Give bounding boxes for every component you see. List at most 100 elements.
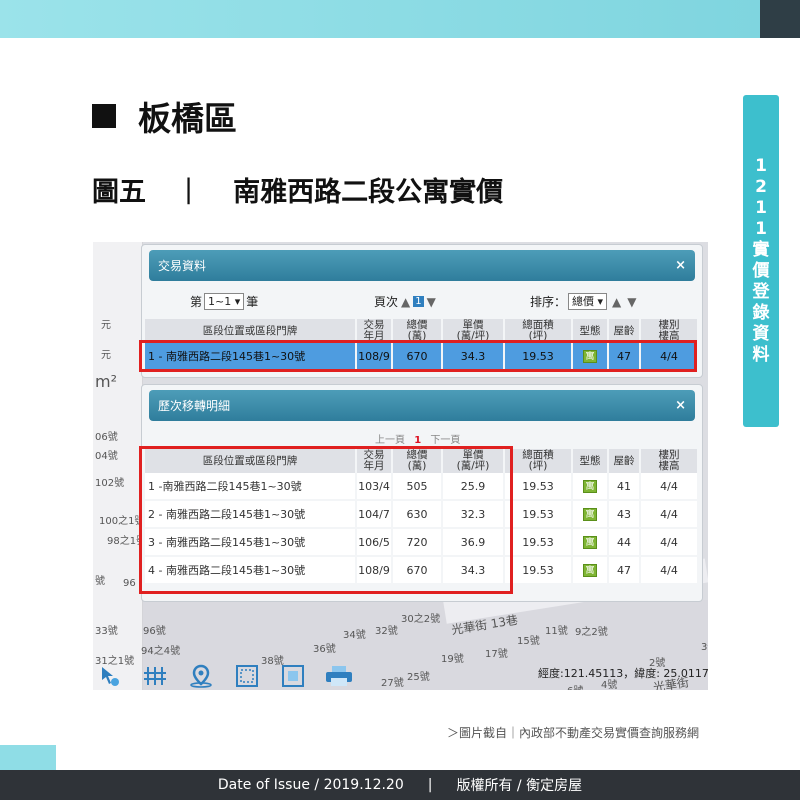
area-cell: 19.53 bbox=[505, 473, 571, 501]
map-label: 04號 bbox=[95, 451, 118, 462]
figure-number: 圖五 bbox=[92, 177, 146, 208]
current-page: 1 bbox=[414, 435, 422, 446]
footer-separator: | bbox=[427, 777, 433, 793]
print-icon[interactable] bbox=[323, 663, 355, 689]
side-tab-char: 錄 bbox=[752, 303, 770, 323]
history-panel-title: 歷次移轉明細 bbox=[158, 399, 231, 413]
floor-cell: 4/4 bbox=[641, 473, 697, 501]
figure-heading: 圖五 | 南雅西路二段公寓實價 bbox=[92, 170, 503, 209]
transaction-panel-header: 交易資料 × bbox=[149, 250, 695, 281]
page-title: 板橋區 bbox=[138, 99, 237, 138]
map-label: 32號 bbox=[375, 626, 398, 637]
top-banner-shade bbox=[0, 0, 760, 38]
map-label: 17號 bbox=[485, 649, 508, 660]
close-icon[interactable]: × bbox=[675, 398, 686, 413]
page-label: 頁次 bbox=[374, 295, 399, 309]
map-label: 元 bbox=[101, 320, 111, 331]
page-number[interactable]: 1 bbox=[413, 296, 424, 307]
screenshot-frame: 元元 m² 06號 04號 102號 100之1號 98之1號 96 號 33號 31之1號 96號 9… bbox=[93, 242, 708, 690]
map-label: 號 bbox=[95, 576, 105, 587]
floor-cell: 4/4 bbox=[641, 529, 697, 557]
side-tab-char: 登 bbox=[752, 282, 770, 302]
area-cell: 19.53 bbox=[505, 501, 571, 529]
highlight-box bbox=[139, 446, 513, 594]
map-label: 34號 bbox=[343, 630, 366, 641]
page-down-icon[interactable]: ▼ bbox=[427, 295, 436, 309]
close-icon[interactable]: × bbox=[675, 258, 686, 273]
map-label: m² bbox=[95, 372, 117, 391]
area-cell: 19.53 bbox=[505, 557, 571, 585]
prev-page-link[interactable]: 上一頁 bbox=[375, 435, 405, 446]
record-range-prefix: 第 bbox=[190, 295, 203, 309]
type-header: 型態 bbox=[573, 449, 607, 473]
hand-pointer-icon[interactable] bbox=[93, 663, 125, 689]
map-label: 96號 bbox=[143, 626, 166, 637]
sort-ascending-icon[interactable]: ▲ bbox=[612, 295, 621, 309]
page-up-icon[interactable]: ▲ bbox=[401, 295, 410, 309]
history-pager: 上一頁 1 下一頁 bbox=[375, 431, 460, 446]
transaction-panel-title: 交易資料 bbox=[158, 259, 207, 273]
age-cell: 43 bbox=[609, 501, 639, 529]
map-label: 96 bbox=[123, 578, 136, 589]
map-toolbar bbox=[93, 662, 708, 690]
side-tab-char: 料 bbox=[752, 345, 770, 365]
apartment-type-icon: 寓 bbox=[583, 564, 597, 577]
side-tab: 1211實價登錄資料 bbox=[743, 95, 779, 427]
map-label: 06號 bbox=[95, 432, 118, 443]
map-label: 100之1號 bbox=[99, 516, 145, 527]
apartment-type-icon: 寓 bbox=[583, 480, 597, 493]
type-cell: 寓 bbox=[573, 557, 607, 585]
footer: Date of Issue / 2019.12.20 | 版權所有 / 衡定房屋 bbox=[0, 770, 800, 800]
figure-title: 南雅西路二段公寓實價 bbox=[233, 177, 504, 208]
side-tab-char: 1 bbox=[755, 156, 767, 176]
type-cell: 寓 bbox=[573, 473, 607, 501]
page-heading: 板橋區 bbox=[92, 92, 237, 140]
map-label: 94之4號 bbox=[141, 646, 181, 657]
record-range-control: 第 1~1 ▾ 筆 bbox=[190, 293, 258, 310]
top-banner bbox=[0, 0, 800, 38]
map-label: 元 bbox=[101, 350, 111, 361]
apartment-type-icon: 寓 bbox=[583, 508, 597, 521]
zoom-frame-icon[interactable] bbox=[277, 663, 309, 689]
side-tab-char: 價 bbox=[752, 261, 770, 281]
image-credit: ＞圖片截自｜內政部不動產交易實價查詢服務網 bbox=[446, 726, 699, 740]
floor-cell: 4/4 bbox=[641, 557, 697, 585]
side-tab-char: 2 bbox=[755, 177, 767, 197]
map-label: 9之2號 bbox=[575, 627, 608, 638]
history-panel-header: 歷次移轉明細 × bbox=[149, 390, 695, 421]
map-label: 36號 bbox=[313, 644, 336, 655]
map-label: 33號 bbox=[95, 626, 118, 637]
type-cell: 寓 bbox=[573, 501, 607, 529]
side-tab-char: 1 bbox=[755, 219, 767, 239]
apartment-type-icon: 寓 bbox=[583, 536, 597, 549]
type-cell: 寓 bbox=[573, 529, 607, 557]
next-page-link[interactable]: 下一頁 bbox=[430, 435, 460, 446]
age-cell: 41 bbox=[609, 473, 639, 501]
sort-descending-icon[interactable]: ▼ bbox=[627, 295, 636, 309]
grid-select-icon[interactable] bbox=[139, 663, 171, 689]
floor-header: 樓別 樓高 bbox=[641, 449, 697, 473]
location-pin-icon[interactable] bbox=[185, 663, 217, 689]
area-frame-icon[interactable] bbox=[231, 663, 263, 689]
figure-separator: | bbox=[184, 174, 194, 205]
map-label: 3號 bbox=[701, 642, 708, 653]
side-tab-char: 實 bbox=[752, 240, 770, 260]
footer-accent bbox=[0, 745, 56, 770]
bullet-square-icon bbox=[92, 104, 116, 128]
age-cell: 47 bbox=[609, 557, 639, 585]
side-tab-char: 1 bbox=[755, 198, 767, 218]
area-cell: 19.53 bbox=[505, 529, 571, 557]
age-header: 屋齡 bbox=[609, 449, 639, 473]
record-range-suffix: 筆 bbox=[246, 295, 259, 309]
area-header: 總面積 (坪) bbox=[505, 449, 571, 473]
record-range-select[interactable]: 1~1 ▾ bbox=[204, 293, 245, 310]
floor-cell: 4/4 bbox=[641, 501, 697, 529]
highlight-box bbox=[139, 340, 697, 372]
copyright: 版權所有 / 衡定房屋 bbox=[456, 778, 583, 794]
sort-select[interactable]: 總價 ▾ bbox=[568, 293, 608, 310]
sort-label: 排序： bbox=[530, 295, 567, 309]
map-label: 15號 bbox=[517, 636, 540, 647]
side-tab-char: 資 bbox=[752, 324, 770, 344]
map-label: 11號 bbox=[545, 626, 568, 637]
sort-control: 排序： 總價 ▾ ▲ ▼ bbox=[530, 293, 640, 310]
